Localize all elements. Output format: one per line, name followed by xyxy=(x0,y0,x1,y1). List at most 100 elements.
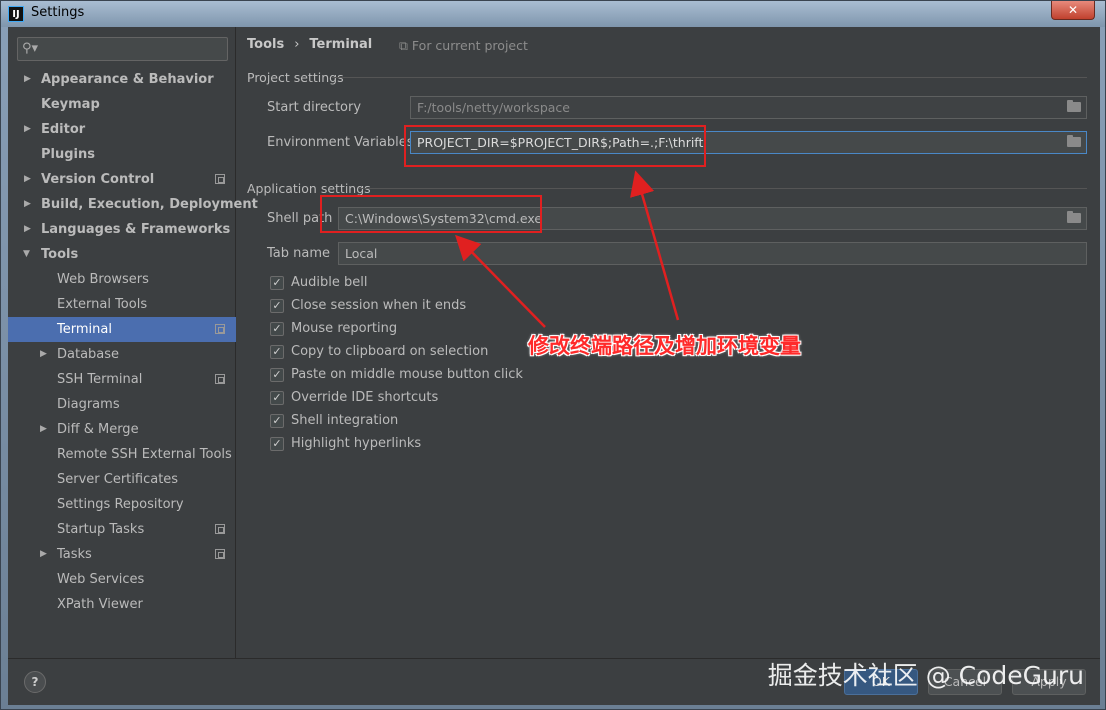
annotation-caption: 修改终端路径及增加环境变量 xyxy=(528,334,801,358)
checkbox-label: Override IDE shortcuts xyxy=(291,390,439,405)
checkbox-label: Highlight hyperlinks xyxy=(291,436,422,451)
sidebar-item-ssh-terminal[interactable]: SSH Terminal xyxy=(8,367,236,392)
sidebar-item-label: Diff & Merge xyxy=(57,422,139,437)
sidebar-item-label: Settings Repository xyxy=(57,497,184,512)
title-bar[interactable]: IJ Settings ✕ xyxy=(1,1,1105,27)
sidebar-item-xpath-viewer[interactable]: XPath Viewer xyxy=(8,592,236,617)
sidebar-item-build-execution-deployment[interactable]: ▶ Build, Execution, Deployment xyxy=(8,192,258,217)
sidebar-item-label: Plugins xyxy=(41,147,95,162)
settings-sidebar: ⚲▾ ▶ Appearance & Behavior Keymap ▶ Edit… xyxy=(8,27,258,658)
expand-arrow-icon[interactable]: ▶ xyxy=(24,117,31,142)
expand-arrow-icon[interactable]: ▶ xyxy=(40,542,47,567)
project-scope-icon xyxy=(215,549,225,559)
checkbox-label: Audible bell xyxy=(291,275,368,290)
folder-icon[interactable] xyxy=(1067,211,1081,223)
sidebar-item-tasks[interactable]: ▶ Tasks xyxy=(8,542,236,567)
search-icon: ⚲▾ xyxy=(22,41,39,56)
settings-tree: ▶ Appearance & Behavior Keymap ▶ Editor … xyxy=(8,67,258,617)
start-directory-label: Start directory xyxy=(267,100,362,115)
checkbox-checked-icon[interactable]: ✓ xyxy=(270,391,284,405)
breadcrumb-separator: › xyxy=(294,37,300,52)
sidebar-item-label: Keymap xyxy=(41,97,100,112)
sidebar-item-label: Terminal xyxy=(57,322,112,337)
checkbox-checked-icon[interactable]: ✓ xyxy=(270,322,284,336)
sidebar-item-languages-frameworks[interactable]: ▶ Languages & Frameworks xyxy=(8,217,236,242)
folder-icon[interactable] xyxy=(1067,135,1081,147)
sidebar-item-plugins[interactable]: Plugins xyxy=(8,142,236,167)
breadcrumb-parent: Tools xyxy=(247,37,285,52)
tab-name-label: Tab name xyxy=(267,246,331,261)
checkbox-checked-icon[interactable]: ✓ xyxy=(270,368,284,382)
tab-name-field[interactable]: Local xyxy=(338,242,1087,265)
tab-name-value: Local xyxy=(345,246,378,261)
collapse-arrow-icon[interactable]: ▼ xyxy=(23,242,30,267)
expand-arrow-icon[interactable]: ▶ xyxy=(40,342,47,367)
sidebar-item-database[interactable]: ▶ Database xyxy=(8,342,236,367)
sidebar-item-label: Appearance & Behavior xyxy=(41,72,214,87)
sidebar-item-appearance-behavior[interactable]: ▶ Appearance & Behavior xyxy=(8,67,236,92)
project-scope-icon xyxy=(215,174,225,184)
checkbox-checked-icon[interactable]: ✓ xyxy=(270,276,284,290)
sidebar-item-label: Tasks xyxy=(57,547,92,562)
sidebar-item-diff-merge[interactable]: ▶ Diff & Merge xyxy=(8,417,236,442)
sidebar-item-label: Build, Execution, Deployment xyxy=(41,197,258,212)
project-scope-icon xyxy=(215,374,225,384)
breadcrumb: Tools › Terminal xyxy=(247,37,372,52)
sidebar-item-label: Startup Tasks xyxy=(57,522,145,537)
application-settings-title: Application settings xyxy=(247,181,371,196)
sidebar-item-label: SSH Terminal xyxy=(57,372,143,387)
checkbox-label: Shell integration xyxy=(291,413,399,428)
sidebar-item-version-control[interactable]: ▶ Version Control xyxy=(8,167,236,192)
sidebar-item-label: Database xyxy=(57,347,120,362)
expand-arrow-icon[interactable]: ▶ xyxy=(24,67,31,92)
sidebar-item-label: Editor xyxy=(41,122,86,137)
sidebar-item-remote-ssh-external-tools[interactable]: Remote SSH External Tools xyxy=(8,442,236,467)
environment-variables-label: Environment Variables xyxy=(267,135,414,150)
sidebar-item-label: Diagrams xyxy=(57,397,120,412)
start-directory-field[interactable]: F:/tools/netty/workspace xyxy=(410,96,1087,119)
checkbox-checked-icon[interactable]: ✓ xyxy=(270,414,284,428)
sidebar-item-label: Languages & Frameworks xyxy=(41,222,231,237)
sidebar-item-label: Web Services xyxy=(57,572,145,587)
sidebar-item-label: Tools xyxy=(41,247,79,262)
intellij-app-icon: IJ xyxy=(8,6,24,22)
sidebar-item-label: Server Certificates xyxy=(57,472,179,487)
sidebar-item-editor[interactable]: ▶ Editor xyxy=(8,117,236,142)
sidebar-item-label: External Tools xyxy=(57,297,148,312)
sidebar-item-label: Remote SSH External Tools xyxy=(57,447,232,462)
sidebar-item-settings-repository[interactable]: Settings Repository xyxy=(8,492,236,517)
sidebar-item-keymap[interactable]: Keymap xyxy=(8,92,236,117)
scope-label: For current project xyxy=(411,38,528,53)
checkbox-label: Paste on middle mouse button click xyxy=(291,367,523,382)
sidebar-item-startup-tasks[interactable]: Startup Tasks xyxy=(8,517,236,542)
section-divider xyxy=(359,188,1087,189)
sidebar-item-server-certificates[interactable]: Server Certificates xyxy=(8,467,236,492)
sidebar-item-external-tools[interactable]: External Tools xyxy=(8,292,236,317)
sidebar-item-tools[interactable]: ▼ Tools xyxy=(8,242,236,267)
env-vars-highlight-box xyxy=(404,125,706,167)
expand-arrow-icon[interactable]: ▶ xyxy=(40,417,47,442)
sidebar-item-terminal[interactable]: Terminal xyxy=(8,317,236,342)
settings-search-input[interactable]: ⚲▾ xyxy=(17,37,228,61)
expand-arrow-icon[interactable]: ▶ xyxy=(24,217,31,242)
sidebar-item-web-services[interactable]: Web Services xyxy=(8,567,236,592)
shell-path-highlight-box xyxy=(320,195,542,233)
checkbox-checked-icon[interactable]: ✓ xyxy=(270,437,284,451)
project-scope-icon xyxy=(215,324,225,334)
project-settings-title: Project settings xyxy=(247,70,344,85)
close-window-button[interactable]: ✕ xyxy=(1051,1,1095,20)
scope-hint: ⧉ For current project xyxy=(399,38,528,54)
checkbox-checked-icon[interactable]: ✓ xyxy=(270,299,284,313)
sidebar-item-web-browsers[interactable]: Web Browsers xyxy=(8,267,236,292)
breadcrumb-current: Terminal xyxy=(309,37,373,52)
checkbox-label: Close session when it ends xyxy=(291,298,467,313)
checkbox-label: Mouse reporting xyxy=(291,321,398,336)
checkbox-checked-icon[interactable]: ✓ xyxy=(270,345,284,359)
expand-arrow-icon[interactable]: ▶ xyxy=(24,167,31,192)
expand-arrow-icon[interactable]: ▶ xyxy=(24,192,31,217)
folder-icon[interactable] xyxy=(1067,100,1081,112)
sidebar-item-label: Version Control xyxy=(41,172,155,187)
section-divider xyxy=(332,77,1087,78)
sidebar-item-diagrams[interactable]: Diagrams xyxy=(8,392,236,417)
help-button[interactable]: ? xyxy=(24,671,46,693)
